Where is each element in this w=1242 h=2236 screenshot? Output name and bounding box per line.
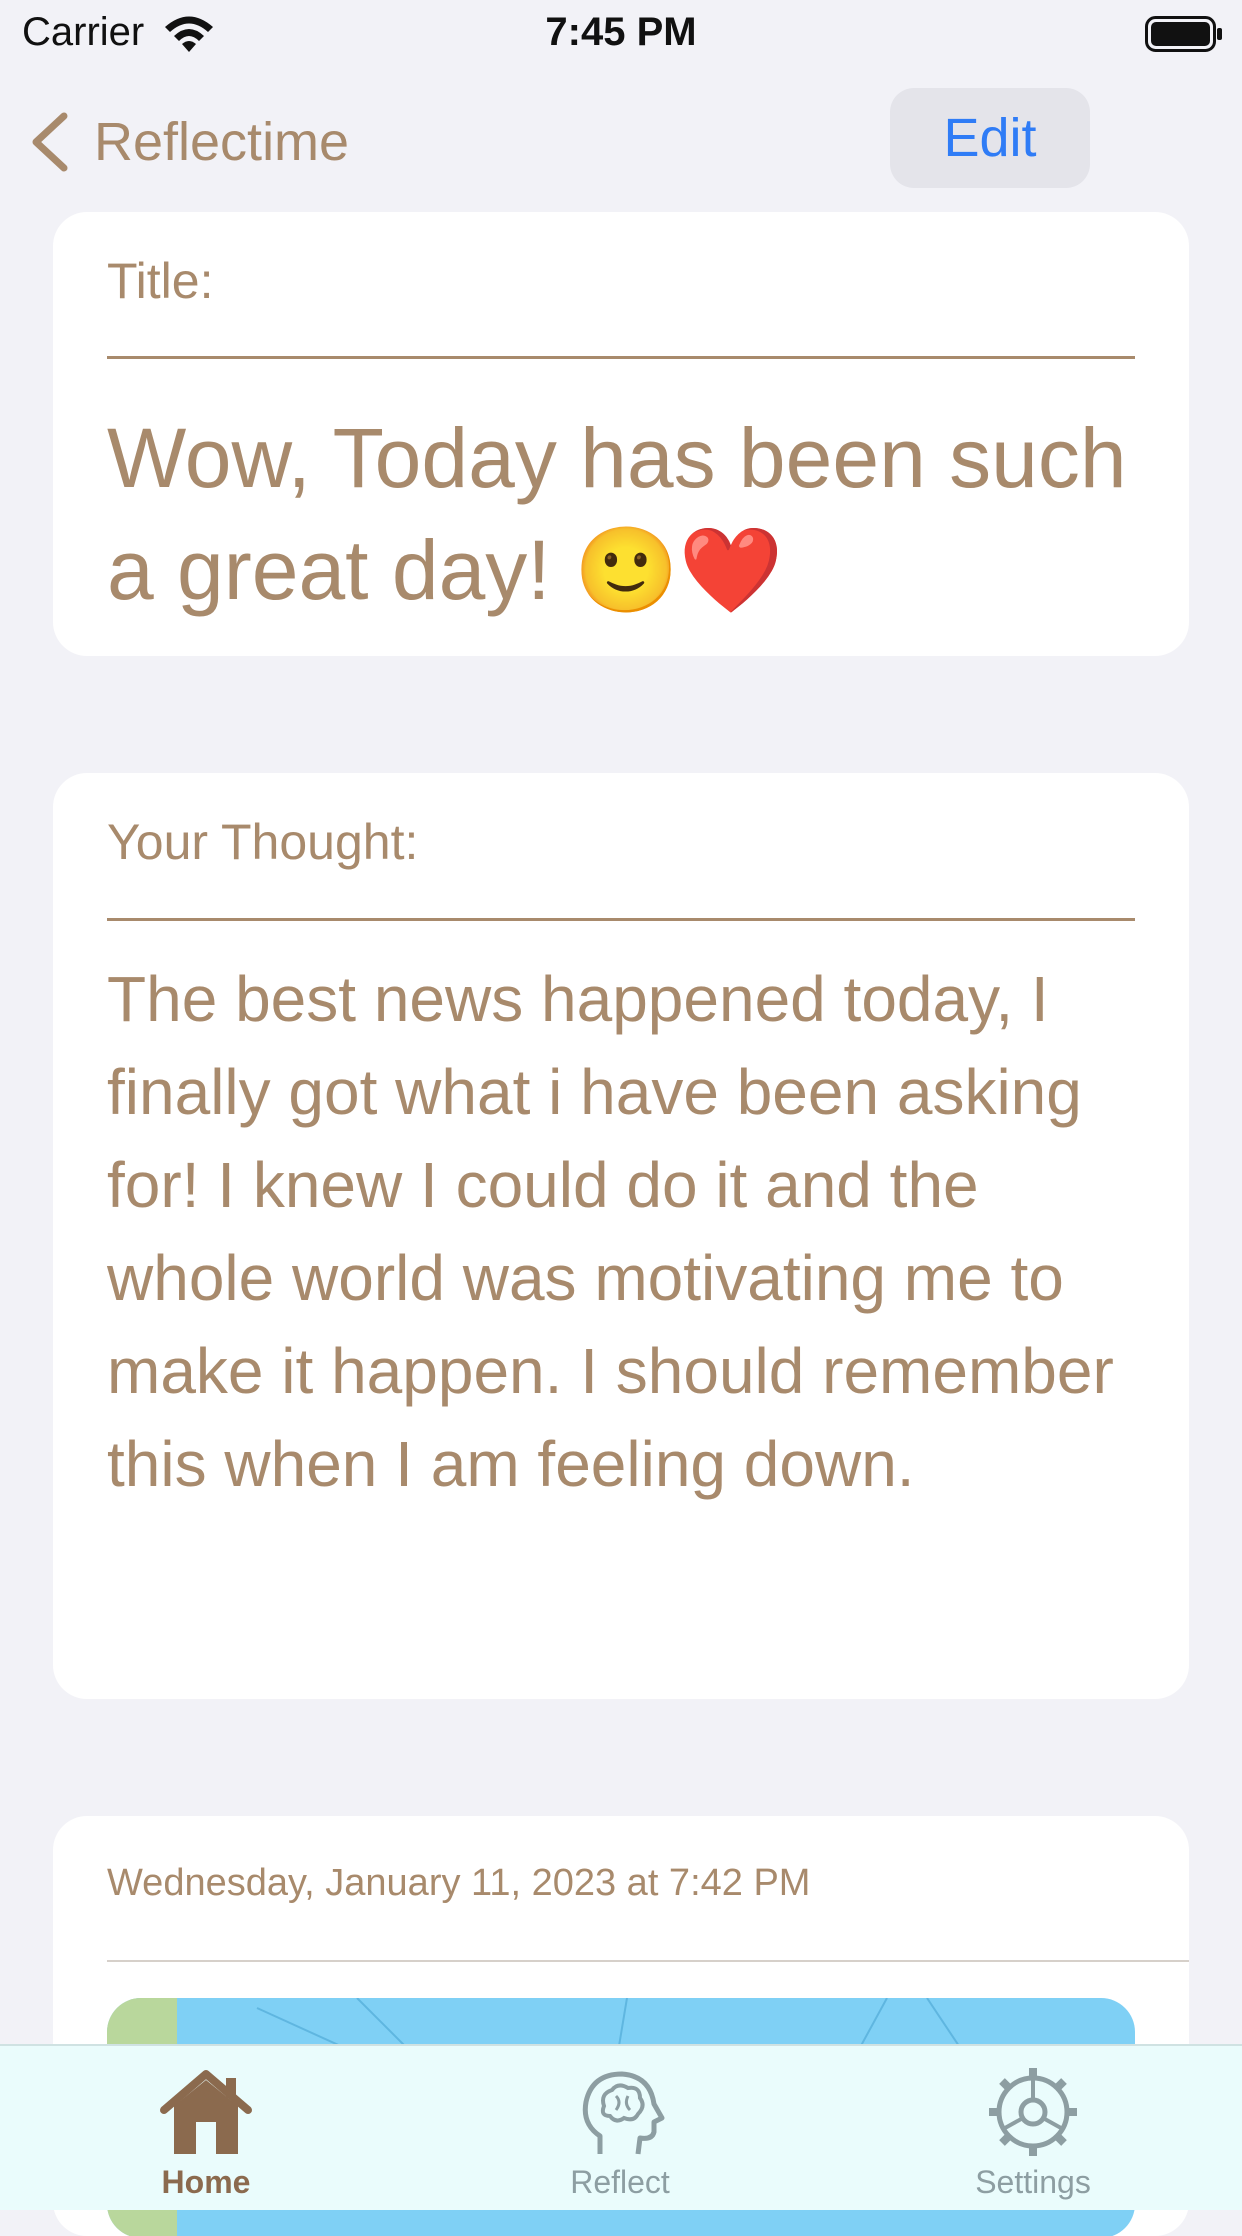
entry-title: Wow, Today has been such a great day! 🙂❤…	[107, 411, 1127, 617]
brain-head-icon	[582, 2071, 665, 2155]
tab-home-label: Home	[161, 2164, 251, 2200]
date-divider	[107, 1960, 1189, 1962]
title-label: Title:	[107, 253, 214, 309]
chevron-left-icon	[32, 112, 68, 172]
entry-date: Wednesday, January 11, 2023 at 7:42 PM	[107, 1862, 811, 1904]
battery-full-icon	[1145, 16, 1222, 52]
gear-icon	[989, 2068, 1077, 2156]
tab-home[interactable]: Home	[106, 2066, 306, 2201]
tab-reflect-label: Reflect	[570, 2164, 670, 2200]
status-bar: Carrier 7:45 PM	[0, 0, 1242, 70]
navigation-bar: Reflectime Edit	[0, 80, 1242, 200]
house-icon	[160, 2070, 252, 2154]
back-button[interactable]: Reflectime	[26, 102, 349, 182]
thought-card: Your Thought: The best news happened tod…	[53, 773, 1189, 1699]
title-card: Title: Wow, Today has been such a great …	[53, 212, 1189, 656]
title-divider	[107, 356, 1135, 359]
tab-reflect[interactable]: Reflect	[520, 2066, 720, 2201]
thought-divider	[107, 918, 1135, 921]
edit-button[interactable]: Edit	[890, 88, 1090, 188]
status-time: 7:45 PM	[545, 10, 697, 54]
back-button-label: Reflectime	[94, 112, 350, 172]
thought-label: Your Thought:	[107, 814, 419, 870]
tab-settings[interactable]: Settings	[933, 2066, 1133, 2201]
entry-thought: The best news happened today, I finally …	[107, 963, 1114, 1500]
tab-bar: Home Reflect Settings	[0, 2044, 1242, 2210]
tab-settings-label: Settings	[975, 2164, 1091, 2200]
